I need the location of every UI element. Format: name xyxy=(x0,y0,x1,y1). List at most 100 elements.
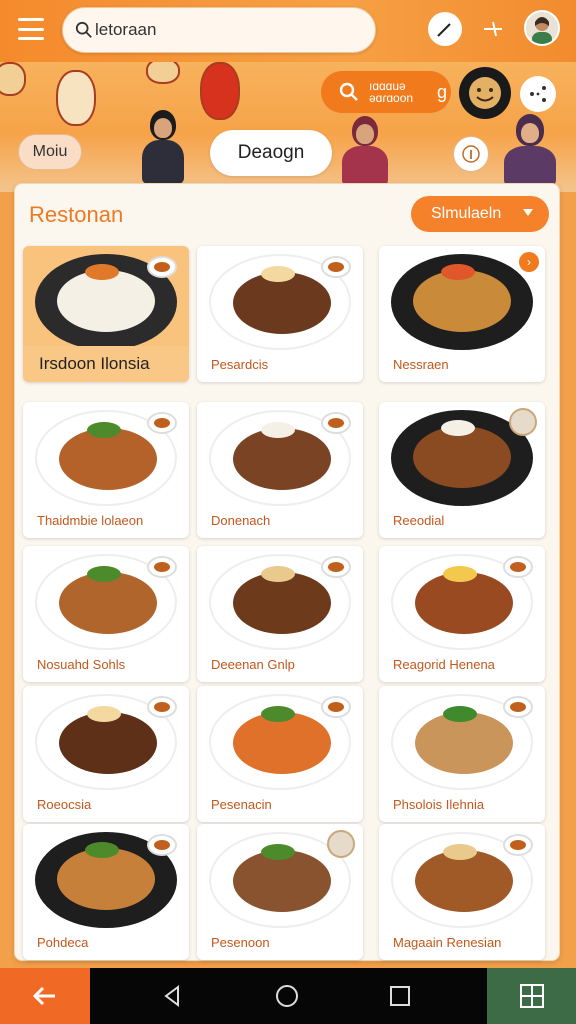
arrow-left-icon xyxy=(32,986,55,1006)
pencil-icon xyxy=(437,23,451,37)
food-card[interactable]: Reeodial xyxy=(379,402,545,538)
food-card[interactable]: Thaidmbie lolaeon xyxy=(23,402,189,538)
food-card-label: Deeenan Gnlp xyxy=(211,657,295,672)
search-input[interactable] xyxy=(95,20,345,40)
chevron-right-icon[interactable]: › xyxy=(519,252,539,272)
food-card[interactable]: Irsdoon Ilonsia xyxy=(23,246,189,382)
food-garnish xyxy=(87,422,121,438)
sauce-bowl xyxy=(147,412,177,434)
food-garnish xyxy=(261,706,295,722)
food-card[interactable]: Donenach xyxy=(197,402,363,538)
person-illustration xyxy=(338,116,392,186)
food-card[interactable]: Pesardcis xyxy=(197,246,363,382)
food-card[interactable]: Phsolois Ilehnia xyxy=(379,686,545,822)
top-app-bar xyxy=(0,0,576,62)
food-card-label: Reagorid Henena xyxy=(393,657,495,672)
food-garnish xyxy=(441,264,475,280)
info-icon xyxy=(462,145,480,163)
hero-banner: Moiu Deaogn ıɑɑɑuǝ ǝɑɾɑoon g xyxy=(0,62,576,192)
food-card-label: Pohdeca xyxy=(37,935,89,950)
food-card[interactable]: Magaain Renesian xyxy=(379,824,545,960)
food-card[interactable]: Pesenacin xyxy=(197,686,363,822)
person-illustration xyxy=(500,114,560,186)
avatar-icon xyxy=(532,17,552,44)
food-garnish xyxy=(85,264,119,280)
edit-button[interactable] xyxy=(428,12,462,46)
sauce-bowl xyxy=(503,834,533,856)
food-garnish xyxy=(443,706,477,722)
food-card[interactable]: Pohdeca xyxy=(23,824,189,960)
sauce-bowl xyxy=(147,556,177,578)
food-card-label: Roeocsia xyxy=(37,797,92,812)
grid-icon xyxy=(519,984,544,1008)
food-garnish xyxy=(443,566,477,582)
sauce-bowl xyxy=(147,834,177,856)
food-garnish xyxy=(261,844,295,860)
panel-title: Restonan xyxy=(29,202,124,227)
menu-pill[interactable]: Moiu xyxy=(18,134,82,170)
food-garnish xyxy=(87,566,121,582)
lantern-decoration xyxy=(200,62,240,120)
food-garnish xyxy=(261,422,295,438)
info-button[interactable] xyxy=(453,136,489,172)
design-pill-button[interactable]: Deaogn xyxy=(210,130,332,176)
hamburger-menu-icon[interactable] xyxy=(18,18,44,40)
simulation-dropdown[interactable]: Slmulaeln xyxy=(411,196,549,232)
circle-home-icon[interactable] xyxy=(275,984,299,1008)
sauce-bowl xyxy=(321,556,351,578)
food-card-label: Magaain Renesian xyxy=(393,935,502,950)
food-card[interactable]: Nosuahd Sohls xyxy=(23,546,189,682)
food-card[interactable]: Roeocsia xyxy=(23,686,189,822)
food-card-label: Reeodial xyxy=(393,513,445,528)
sauce-bowl xyxy=(147,696,177,718)
sparkle-icon xyxy=(484,21,502,37)
smiley-badge[interactable] xyxy=(459,67,511,119)
chevron-down-icon xyxy=(523,209,533,216)
restaurant-panel: Restonan Slmulaeln Irsdoon Ilonsia Pesard… xyxy=(14,183,560,961)
mini-avatar xyxy=(327,830,355,858)
food-card-label: Nessraen xyxy=(393,357,449,372)
food-card-label: Donenach xyxy=(211,513,271,528)
search-icon xyxy=(75,21,92,38)
user-avatar[interactable] xyxy=(524,10,560,46)
simulation-dropdown-label: Slmulaeln xyxy=(431,205,502,222)
food-card-label: Pesenoon xyxy=(211,935,270,950)
food-garnish xyxy=(443,844,477,860)
sauce-bowl xyxy=(321,696,351,718)
smiley-icon xyxy=(469,77,501,109)
food-card[interactable]: Deeenan Gnlp xyxy=(197,546,363,682)
sauce-bowl xyxy=(147,256,177,278)
food-card-label: Nosuahd Sohls xyxy=(37,657,126,672)
sauce-bowl xyxy=(503,556,533,578)
lantern-decoration xyxy=(56,70,96,126)
mini-avatar xyxy=(509,408,537,436)
orange-pill-line2: ǝɑɾɑoon xyxy=(369,91,414,105)
food-garnish xyxy=(441,420,475,436)
lantern-decoration xyxy=(0,62,26,96)
search-bar[interactable] xyxy=(62,7,376,53)
back-button[interactable] xyxy=(0,968,90,1024)
food-garnish xyxy=(261,266,295,282)
food-garnish xyxy=(87,706,121,722)
food-card-label: Irsdoon Ilonsia xyxy=(23,346,189,382)
share-nodes-button[interactable] xyxy=(520,76,556,112)
food-card-label: Pesardcis xyxy=(211,357,269,372)
food-card-label: Pesenacin xyxy=(211,797,272,812)
food-card[interactable]: › Nessraen xyxy=(379,246,545,382)
search-icon xyxy=(339,82,358,101)
square-recents-icon[interactable] xyxy=(388,984,412,1008)
sauce-bowl xyxy=(321,256,351,278)
food-card-label: Phsolois Ilehnia xyxy=(393,797,485,812)
grid-menu-button[interactable] xyxy=(487,968,576,1024)
lantern-decoration xyxy=(146,62,180,84)
orange-search-pill[interactable]: ıɑɑɑuǝ ǝɑɾɑoon g xyxy=(321,71,451,113)
orange-pill-text: ıɑɑɑuǝ ǝɑɾɑoon xyxy=(369,80,433,104)
triangle-back-icon[interactable] xyxy=(160,984,184,1008)
food-card[interactable]: Pesenoon xyxy=(197,824,363,960)
food-plate-image xyxy=(391,254,533,350)
food-card[interactable]: Reagorid Henena xyxy=(379,546,545,682)
sauce-bowl xyxy=(321,412,351,434)
sparkle-button[interactable] xyxy=(476,12,510,46)
food-card-label: Thaidmbie lolaeon xyxy=(37,513,144,528)
bottom-navigation-bar xyxy=(0,968,576,1024)
